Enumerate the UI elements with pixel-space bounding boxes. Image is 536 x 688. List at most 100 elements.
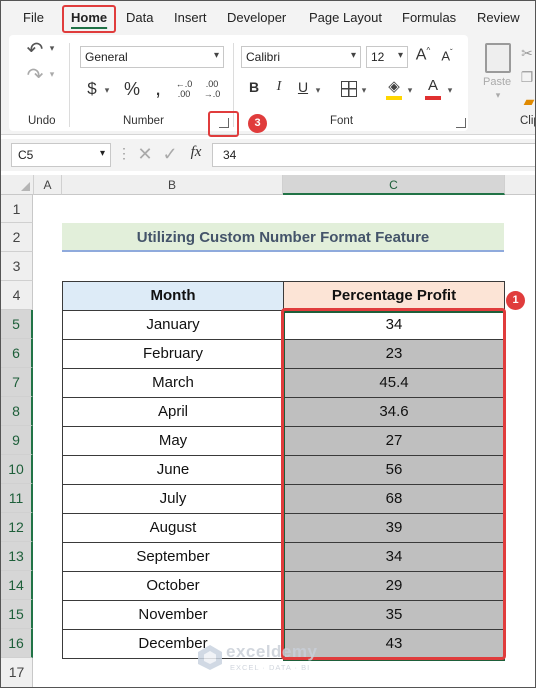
tab-review[interactable]: Review <box>477 10 520 25</box>
font-color-dropdown-icon[interactable]: ▾ <box>445 85 455 96</box>
borders-icon[interactable] <box>341 81 357 97</box>
font-name-select[interactable]: Calibri ▾ <box>241 46 361 68</box>
font-size-select[interactable]: 12 ▾ <box>366 46 408 68</box>
shrink-font-button[interactable]: Aˇ <box>438 48 456 63</box>
redo-dropdown-icon[interactable]: ▾ <box>47 69 57 80</box>
paste-icon[interactable] <box>485 43 511 73</box>
home-tab-highlight <box>62 5 116 33</box>
column-header-a[interactable]: A <box>34 175 62 195</box>
undo-icon[interactable]: ↶ <box>23 37 47 62</box>
row-header-2[interactable]: 2 <box>1 223 33 252</box>
fill-color-icon[interactable]: ◈ <box>385 77 403 95</box>
row-header-12[interactable]: 12 <box>1 513 33 542</box>
month-cell[interactable]: June <box>62 455 284 485</box>
italic-button[interactable]: I <box>272 79 286 95</box>
font-launcher-icon[interactable] <box>456 118 466 128</box>
formula-bar-grip-icon: ⋮ <box>117 145 131 161</box>
row-header-6[interactable]: 6 <box>1 339 33 368</box>
confirm-entry-icon[interactable]: ✓ <box>160 144 180 165</box>
tab-developer[interactable]: Developer <box>227 10 286 25</box>
profit-header-cell[interactable]: Percentage Profit <box>283 281 505 311</box>
tab-page-layout[interactable]: Page Layout <box>309 10 382 25</box>
chevron-down-icon: ▾ <box>350 50 356 61</box>
exceldemy-watermark: exceldemy EXCEL · DATA · BI <box>196 641 346 675</box>
borders-dropdown-icon[interactable]: ▾ <box>359 85 369 96</box>
row-header-8[interactable]: 8 <box>1 397 33 426</box>
font-color-button[interactable]: A <box>425 77 441 94</box>
underline-button[interactable]: U <box>296 79 310 95</box>
chevron-down-icon: ▾ <box>99 148 105 159</box>
tab-formulas[interactable]: Formulas <box>402 10 456 25</box>
font-name-value: Calibri <box>246 50 281 64</box>
chevron-down-icon: ▾ <box>213 50 219 61</box>
month-cell[interactable]: February <box>62 339 284 369</box>
month-cell[interactable]: July <box>62 484 284 514</box>
decrease-decimal-top: .00 <box>205 79 219 89</box>
row-header-16[interactable]: 16 <box>1 629 33 658</box>
row-header-4[interactable]: 4 <box>1 281 33 310</box>
increase-decimal-button[interactable]: ←.0 .00 <box>172 79 196 99</box>
row-header-5[interactable]: 5 <box>1 310 33 339</box>
paste-button-label[interactable]: Paste <box>483 76 511 88</box>
sheet-title-cell[interactable]: Utilizing Custom Number Format Feature <box>62 223 504 252</box>
row-header-14[interactable]: 14 <box>1 571 33 600</box>
month-cell[interactable]: January <box>62 310 284 340</box>
underline-dropdown-icon[interactable]: ▾ <box>313 85 323 96</box>
month-cell[interactable]: October <box>62 571 284 601</box>
select-all-corner[interactable] <box>1 175 34 195</box>
copy-icon[interactable]: ❐ <box>519 69 535 86</box>
name-box-value: C5 <box>18 148 34 162</box>
row-header-11[interactable]: 11 <box>1 484 33 513</box>
percent-style-button[interactable]: % <box>121 79 143 100</box>
number-format-select[interactable]: General ▾ <box>80 46 224 68</box>
formula-input[interactable]: 34 <box>212 143 535 167</box>
currency-dropdown-icon[interactable]: ▾ <box>102 85 112 96</box>
fill-color-dropdown-icon[interactable]: ▾ <box>405 85 415 96</box>
name-box[interactable]: C5 ▾ <box>11 143 111 167</box>
shrink-font-label: A <box>441 48 450 64</box>
comma-style-button[interactable]: , <box>151 75 165 101</box>
launcher-highlight <box>208 111 239 137</box>
row-header-1[interactable]: 1 <box>1 195 33 223</box>
column-header-d[interactable] <box>505 175 535 195</box>
group-label-number: Number <box>123 115 164 127</box>
redo-icon[interactable]: ↷ <box>23 63 47 88</box>
month-cell[interactable]: April <box>62 397 284 427</box>
row-header-15[interactable]: 15 <box>1 600 33 629</box>
month-cell[interactable]: September <box>62 542 284 572</box>
insert-function-button[interactable]: fx <box>185 144 207 161</box>
row-header-13[interactable]: 13 <box>1 542 33 571</box>
month-header-cell[interactable]: Month <box>62 281 284 311</box>
bold-button[interactable]: B <box>247 79 261 95</box>
row-header-9[interactable]: 9 <box>1 426 33 455</box>
month-cell[interactable]: August <box>62 513 284 543</box>
tab-insert[interactable]: Insert <box>174 10 207 25</box>
column-header-c[interactable]: C <box>283 175 505 195</box>
group-label-font: Font <box>330 115 354 127</box>
column-header-b[interactable]: B <box>62 175 283 195</box>
row-header-7[interactable]: 7 <box>1 368 33 397</box>
row-header-17[interactable]: 17 <box>1 658 33 687</box>
undo-dropdown-icon[interactable]: ▾ <box>47 43 57 54</box>
increase-decimal-top: ←.0 <box>175 79 193 89</box>
paste-dropdown-icon[interactable]: ▾ <box>493 90 503 101</box>
cut-icon[interactable]: ✂ <box>519 45 535 62</box>
row-header-10[interactable]: 10 <box>1 455 33 484</box>
format-painter-icon[interactable]: ▰ <box>521 93 535 110</box>
tab-data[interactable]: Data <box>126 10 153 25</box>
decrease-decimal-button[interactable]: .00 →.0 <box>200 79 224 99</box>
increase-decimal-bottom: .00 <box>177 89 191 99</box>
select-all-icon <box>21 182 30 191</box>
watermark-name: exceldemy <box>226 642 318 661</box>
formula-bar: C5 ▾ ⋮ ✕ ✓ fx 34 <box>1 139 535 171</box>
month-cell[interactable]: March <box>62 368 284 398</box>
tab-file[interactable]: File <box>23 10 44 25</box>
row-header-3[interactable]: 3 <box>1 252 33 281</box>
month-cell[interactable]: November <box>62 600 284 630</box>
number-format-value: General <box>85 50 128 64</box>
currency-format-button[interactable]: $ <box>84 79 100 99</box>
grow-font-button[interactable]: A^ <box>414 46 432 64</box>
month-cell[interactable]: May <box>62 426 284 456</box>
callout-badge-1: 1 <box>506 291 525 310</box>
cancel-entry-icon[interactable]: ✕ <box>135 144 155 165</box>
